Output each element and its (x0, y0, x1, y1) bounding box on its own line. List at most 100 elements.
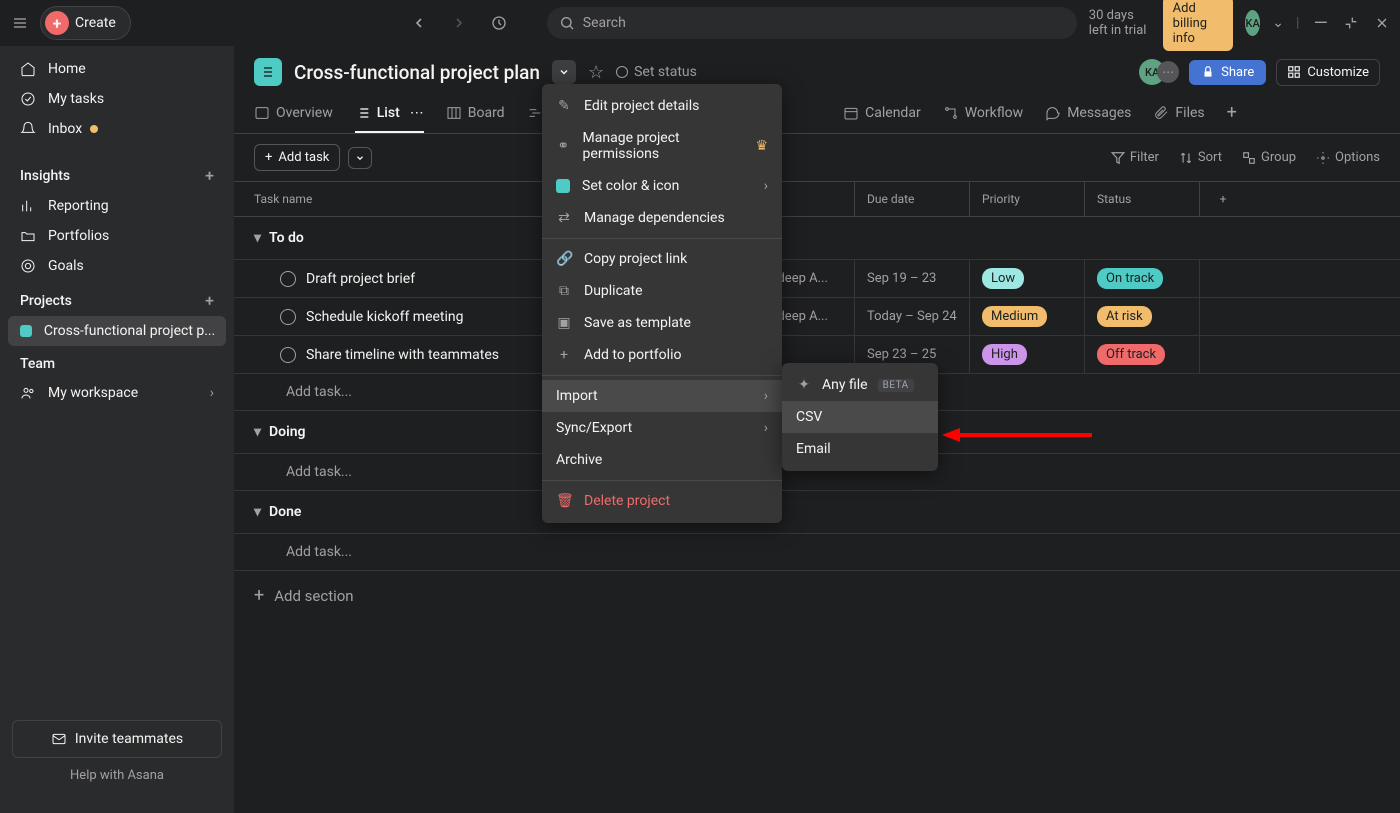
timeline-icon (527, 105, 543, 121)
group-button[interactable]: Group (1242, 150, 1296, 165)
attachment-icon (1153, 105, 1169, 121)
target-icon (20, 258, 36, 274)
nav-forward-icon[interactable] (443, 7, 475, 39)
create-label: Create (75, 15, 116, 31)
close-icon[interactable] (1373, 7, 1392, 39)
sidebar-header-projects[interactable]: Projects+ (0, 281, 234, 316)
menu-sync-export[interactable]: Sync/Export› (542, 412, 782, 444)
sidebar-item-reporting[interactable]: Reporting (0, 191, 234, 221)
nav-back-icon[interactable] (403, 7, 435, 39)
sidebar-item-inbox[interactable]: Inbox (0, 114, 234, 144)
sidebar-item-portfolios[interactable]: Portfolios (0, 221, 234, 251)
tab-list[interactable]: List⋯ (355, 94, 424, 133)
project-title: Cross-functional project plan (294, 61, 540, 84)
trial-text: 30 days left in trial (1089, 8, 1151, 38)
tab-workflow[interactable]: Workflow (943, 94, 1024, 133)
add-member-button[interactable]: ⋯ (1157, 61, 1179, 83)
menu-permissions[interactable]: ⚭Manage project permissions♛ (542, 122, 782, 170)
tab-calendar[interactable]: Calendar (843, 94, 921, 133)
menu-dependencies[interactable]: ⇄Manage dependencies (542, 202, 782, 234)
filter-icon (1111, 151, 1125, 165)
menu-delete-project[interactable]: 🗑Delete project (542, 485, 782, 517)
calendar-icon (843, 105, 859, 121)
project-menu-button[interactable] (552, 60, 576, 84)
menu-edit-details[interactable]: ✎Edit project details (542, 90, 782, 122)
menu-archive[interactable]: Archive (542, 444, 782, 476)
add-section-button[interactable]: +Add section (234, 571, 1400, 620)
plus-icon[interactable]: + (205, 166, 214, 185)
billing-button[interactable]: Add billing info (1163, 0, 1233, 51)
invite-button[interactable]: Invite teammates (12, 720, 222, 758)
link-icon: 🔗 (556, 251, 572, 267)
sidebar-item-mytasks[interactable]: My tasks (0, 84, 234, 114)
submenu-csv[interactable]: CSV (782, 401, 938, 433)
hamburger-icon[interactable] (12, 7, 28, 39)
sidebar-item-goals[interactable]: Goals (0, 251, 234, 281)
menu-add-portfolio[interactable]: +Add to portfolio (542, 339, 782, 371)
column-status[interactable]: Status (1085, 182, 1200, 216)
sidebar-item-home[interactable]: Home (0, 54, 234, 84)
filter-button[interactable]: Filter (1111, 150, 1159, 165)
section-done[interactable]: ▾Done (234, 491, 1400, 534)
chevron-down-icon (355, 153, 365, 163)
column-priority[interactable]: Priority (970, 182, 1085, 216)
plus-icon: + (45, 11, 69, 35)
add-task-row[interactable]: Add task... (234, 534, 1400, 571)
options-button[interactable]: Options (1316, 150, 1380, 165)
customize-button[interactable]: Customize (1276, 59, 1380, 86)
search-input[interactable]: Search (547, 7, 1077, 39)
chevron-down-icon[interactable]: ⌄ (1272, 15, 1284, 31)
check-circle-icon (20, 91, 36, 107)
priority-pill: Low (982, 268, 1024, 289)
check-circle-icon[interactable] (280, 347, 296, 363)
check-circle-icon[interactable] (280, 271, 296, 287)
help-link[interactable]: Help with Asana (12, 758, 222, 793)
chevron-right-icon: › (764, 388, 768, 404)
sidebar-item-workspace[interactable]: My workspace› (0, 378, 234, 408)
minimize-icon[interactable]: — (1311, 7, 1330, 39)
people-icon (20, 385, 36, 401)
mail-icon (51, 731, 67, 747)
submenu-any-file[interactable]: ✦Any fileBETA (782, 369, 938, 401)
plus-icon[interactable]: + (205, 291, 214, 310)
menu-set-color[interactable]: Set color & icon› (542, 170, 782, 202)
project-dropdown: ✎Edit project details ⚭Manage project pe… (542, 84, 782, 523)
collapse-icon[interactable] (1342, 7, 1361, 39)
tab-board[interactable]: Board (446, 94, 505, 133)
create-button[interactable]: + Create (40, 6, 131, 40)
share-button[interactable]: Share (1189, 60, 1266, 85)
add-column-button[interactable]: + (1200, 182, 1246, 216)
sidebar-header-team[interactable]: Team (0, 346, 234, 378)
status-pill: Off track (1097, 344, 1165, 365)
menu-import[interactable]: Import› (542, 380, 782, 412)
tab-messages[interactable]: Messages (1045, 94, 1131, 133)
set-status-button[interactable]: Set status (616, 64, 697, 80)
sidebar-header-insights[interactable]: Insights+ (0, 156, 234, 191)
task-row[interactable]: Draft project brief arandeep A... Sep 19… (234, 260, 1400, 298)
status-circle-icon (616, 66, 628, 78)
star-icon[interactable]: ☆ (588, 62, 604, 83)
priority-pill: Medium (982, 306, 1047, 327)
task-row[interactable]: Schedule kickoff meeting arandeep A... T… (234, 298, 1400, 336)
sort-button[interactable]: Sort (1179, 150, 1222, 165)
add-task-dropdown[interactable] (348, 147, 372, 169)
notification-dot-icon (90, 125, 98, 133)
history-icon[interactable] (483, 7, 515, 39)
menu-copy-link[interactable]: 🔗Copy project link (542, 243, 782, 275)
add-tab-button[interactable]: + (1227, 94, 1237, 133)
more-icon[interactable]: ⋯ (410, 105, 424, 121)
menu-duplicate[interactable]: ⧉Duplicate (542, 275, 782, 307)
user-avatar[interactable]: KA (1245, 10, 1260, 36)
submenu-email[interactable]: Email (782, 433, 938, 465)
menu-save-template[interactable]: ▣Save as template (542, 307, 782, 339)
tab-overview[interactable]: Overview (254, 94, 333, 133)
caret-down-icon: ▾ (254, 504, 261, 520)
tab-files[interactable]: Files (1153, 94, 1204, 133)
check-circle-icon[interactable] (280, 309, 296, 325)
column-due-date[interactable]: Due date (855, 182, 970, 216)
import-submenu: ✦Any fileBETA CSV Email (782, 363, 938, 471)
section-todo[interactable]: ▾To do (234, 217, 1400, 260)
sidebar-item-project[interactable]: Cross-functional project p... (8, 316, 226, 346)
sidebar: Home My tasks Inbox Insights+ Reporting … (0, 46, 234, 813)
add-task-button[interactable]: +Add task (254, 144, 340, 171)
